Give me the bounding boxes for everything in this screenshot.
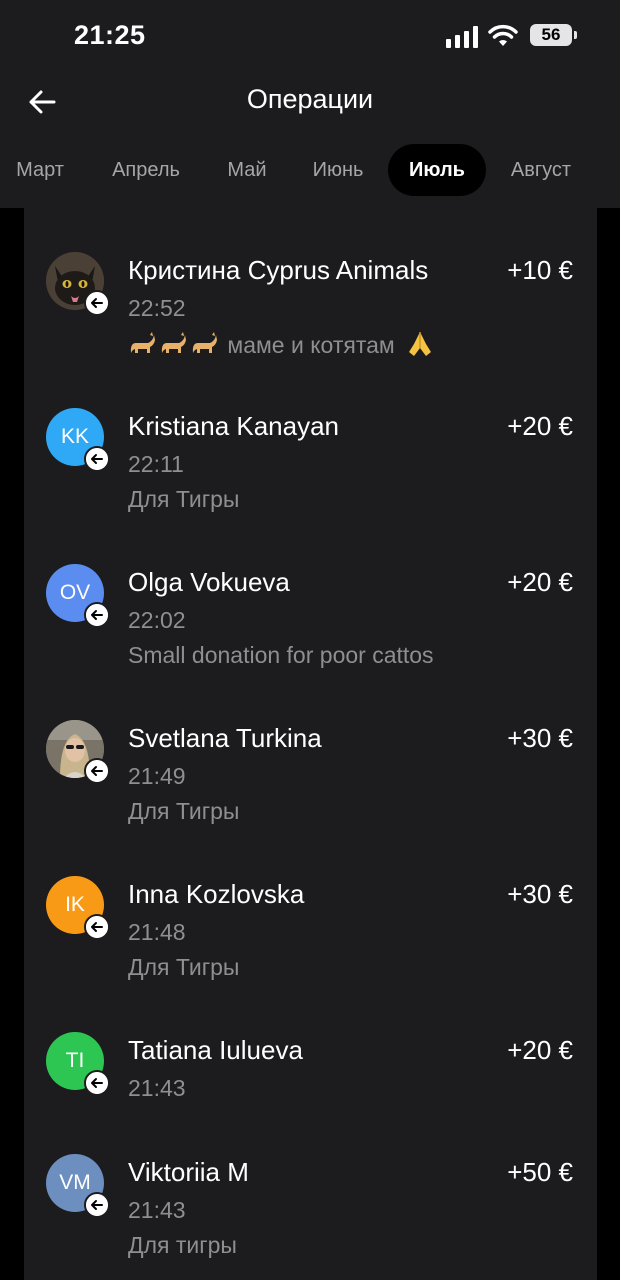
time: 22:11	[128, 451, 184, 477]
sender-name: Tatiana Iulueva	[128, 1035, 303, 1065]
header: Операции Март Апрель Май Июнь Июль Авгус…	[0, 70, 620, 208]
comment: Для Тигры	[128, 954, 240, 980]
incoming-arrow-icon	[84, 914, 110, 940]
sender-name: Viktoriia M	[128, 1157, 249, 1187]
comment: Small donation for poor cattos	[128, 642, 434, 668]
comment: Для Тигры	[128, 486, 240, 512]
time: 21:48	[128, 919, 186, 945]
incoming-arrow-icon	[84, 758, 110, 784]
incoming-arrow-icon	[84, 446, 110, 472]
incoming-arrow-icon	[84, 290, 110, 316]
wifi-icon	[488, 24, 518, 46]
tab-august[interactable]: Август	[500, 144, 582, 196]
incoming-arrow-icon	[84, 1070, 110, 1096]
incoming-arrow-icon	[84, 1192, 110, 1218]
list-item[interactable]: TI Tatiana Iulueva +20 € 21:43	[24, 1032, 597, 1122]
time: 21:43	[128, 1197, 186, 1223]
folded-hands-emoji-icon	[409, 332, 432, 356]
status-bar: 21:25 56	[0, 0, 620, 70]
cat-emoji-icon	[130, 332, 155, 353]
list-item[interactable]: KK Kristiana Kanayan +20 € 22:11 Для Тиг…	[24, 408, 597, 528]
time: 21:43	[128, 1075, 186, 1101]
comment: маме и котятам	[128, 330, 435, 359]
month-tabs: Март Апрель Май Июнь Июль Август	[0, 144, 620, 196]
time: 22:52	[128, 295, 186, 321]
time: 21:49	[128, 763, 186, 789]
time: 22:02	[128, 607, 186, 633]
tab-march[interactable]: Март	[0, 144, 80, 196]
cat-emoji-icon	[161, 332, 186, 353]
sender-name: Kristiana Kanayan	[128, 411, 340, 441]
operations-list: Кристина Cyprus Animals +10 € 22:52 маме…	[24, 208, 597, 1280]
amount: +20 €	[507, 567, 573, 597]
battery-icon: 56	[530, 24, 577, 46]
amount: +20 €	[507, 411, 573, 441]
list-item[interactable]: VM Viktoriia M +50 € 21:43 Для тигры	[24, 1154, 597, 1274]
amount: +10 €	[507, 255, 573, 285]
amount: +50 €	[507, 1157, 573, 1187]
list-item[interactable]: Кристина Cyprus Animals +10 € 22:52 маме…	[24, 252, 597, 372]
incoming-arrow-icon	[84, 602, 110, 628]
status-icons: 56	[432, 24, 577, 50]
tab-july[interactable]: Июль	[388, 144, 486, 196]
tab-june[interactable]: Июнь	[300, 144, 376, 196]
sender-name: Olga Vokueva	[128, 567, 290, 597]
status-time: 21:25	[74, 20, 146, 50]
tab-april[interactable]: Апрель	[100, 144, 192, 196]
signal-icon	[446, 26, 478, 48]
comment-text: маме и котятам	[227, 332, 395, 358]
sender-name: Svetlana Turkina	[128, 723, 322, 753]
amount: +20 €	[507, 1035, 573, 1065]
amount: +30 €	[507, 879, 573, 909]
comment: Для Тигры	[128, 798, 240, 824]
cat-emoji-icon	[192, 332, 217, 353]
sender-name: Inna Kozlovska	[128, 879, 305, 909]
sender-name: Кристина Cyprus Animals	[128, 255, 429, 285]
list-item[interactable]: OV Olga Vokueva +20 € 22:02 Small donati…	[24, 564, 597, 684]
list-item[interactable]: IK Inna Kozlovska +30 € 21:48 Для Тигры	[24, 876, 597, 996]
comment: Для тигры	[128, 1232, 237, 1258]
page-title: Операции	[246, 84, 374, 114]
list-item[interactable]: Svetlana Turkina +30 € 21:49 Для Тигры	[24, 720, 597, 840]
battery-level: 56	[541, 25, 561, 44]
amount: +30 €	[507, 723, 573, 753]
tab-may[interactable]: Май	[216, 144, 278, 196]
